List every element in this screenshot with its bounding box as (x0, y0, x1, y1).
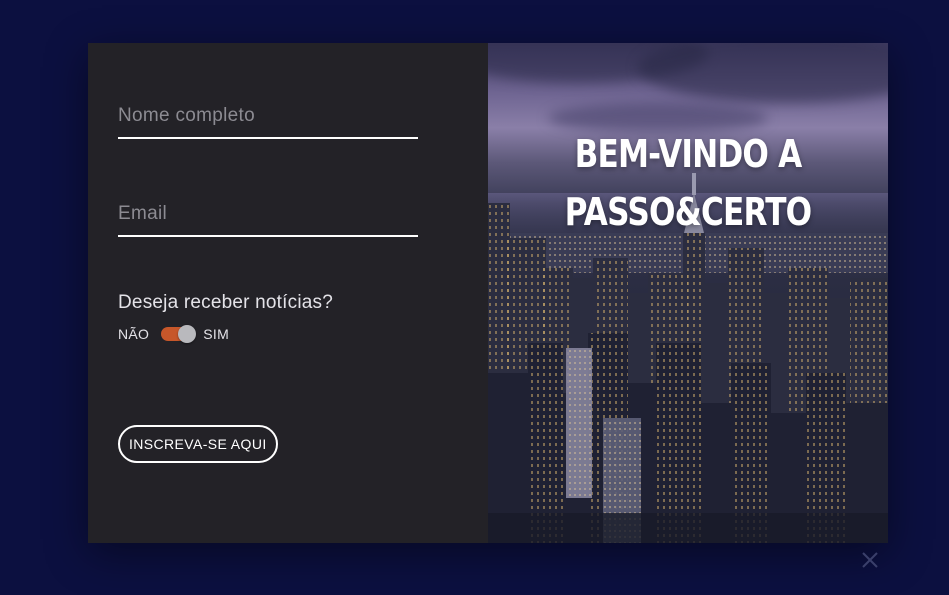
toggle-knob (178, 325, 197, 343)
subscribe-button[interactable]: INSCREVA-SE AQUI (118, 425, 278, 463)
email-field (118, 203, 418, 237)
signup-modal: Deseja receber notícias? NÃO SIM INSCREV… (88, 43, 888, 543)
welcome-title-line2: PASSO&CERTO (564, 190, 813, 234)
signup-form-panel: Deseja receber notícias? NÃO SIM INSCREV… (88, 43, 488, 543)
newsletter-toggle[interactable] (161, 325, 197, 343)
name-input[interactable] (118, 105, 418, 139)
newsletter-toggle-row: NÃO SIM (118, 325, 230, 343)
hero-image-panel: BEM-VINDO A PASSO&CERTO (488, 43, 888, 543)
welcome-title: BEM-VINDO A PASSO&CERTO (524, 125, 852, 241)
close-icon[interactable] (861, 551, 879, 569)
name-field (118, 105, 418, 139)
newsletter-question: Deseja receber notícias? (118, 292, 333, 313)
email-input[interactable] (118, 203, 418, 237)
toggle-off-label: NÃO (118, 326, 150, 342)
toggle-on-label: SIM (203, 326, 230, 342)
welcome-title-line1: BEM-VINDO A (574, 132, 803, 176)
